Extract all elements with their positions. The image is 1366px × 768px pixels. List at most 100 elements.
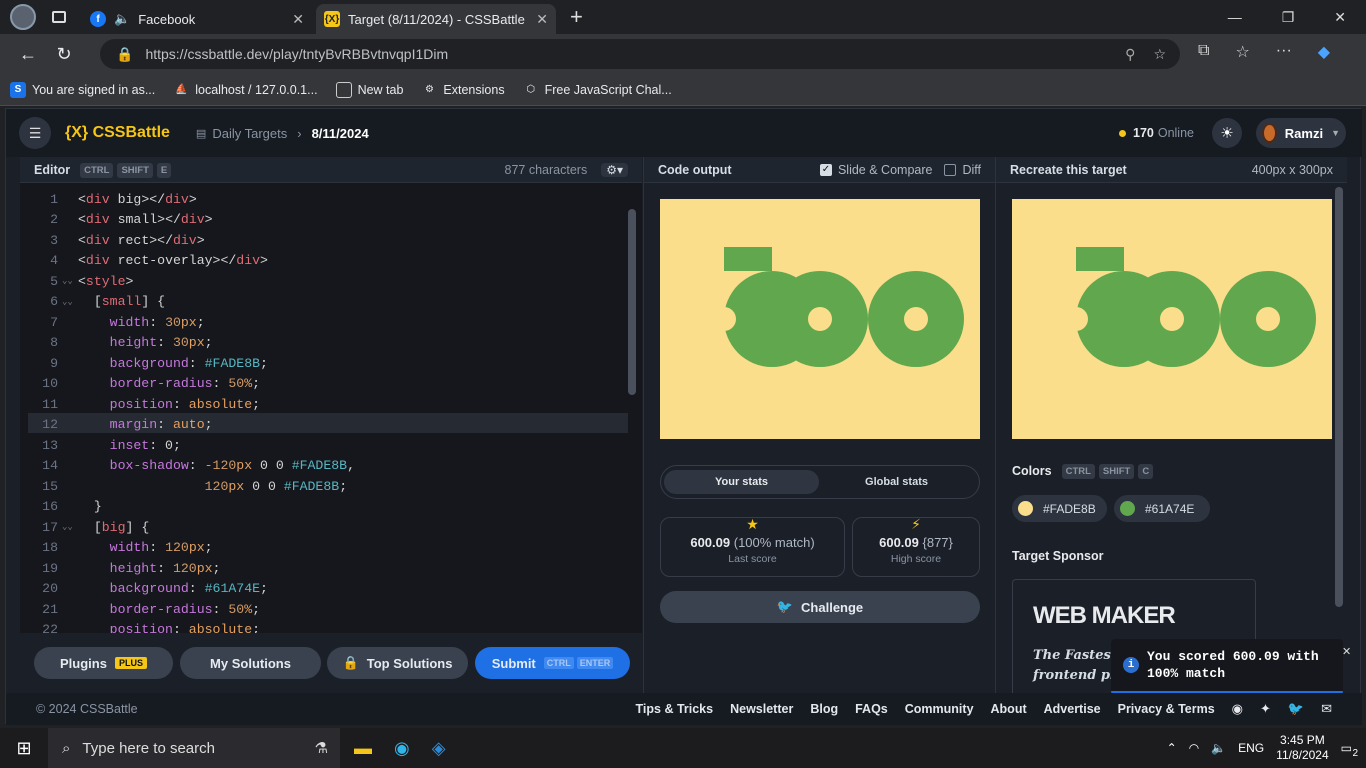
hamburger-menu-button[interactable]: ☰: [19, 117, 51, 149]
edge-icon[interactable]: ◉: [394, 738, 410, 759]
back-icon[interactable]: ←: [10, 38, 46, 70]
code-line[interactable]: 7 width: 30px;: [20, 312, 630, 333]
bookmark-item[interactable]: S You are signed in as...: [10, 81, 155, 98]
speaker-icon[interactable]: 🔈: [114, 11, 130, 27]
code-line[interactable]: 16 }: [20, 497, 630, 518]
fold-icon[interactable]: ⌄⌄: [62, 297, 78, 307]
code-line[interactable]: 1 <div big></div>: [20, 189, 630, 210]
network-icon[interactable]: ◠: [1189, 741, 1199, 755]
code-text: height: 120px;: [109, 560, 221, 576]
footer-link[interactable]: FAQs: [855, 702, 888, 716]
code-line[interactable]: 15 120px 0 0 #FADE8B;: [20, 476, 630, 497]
close-window-icon[interactable]: ✕: [1334, 9, 1346, 26]
restore-icon[interactable]: ❐: [1282, 9, 1295, 26]
reload-icon[interactable]: ↻: [46, 38, 82, 70]
code-line[interactable]: 17 ⌄⌄ [big] {: [20, 517, 630, 538]
code-line[interactable]: 22 position: absolute;: [20, 620, 630, 633]
close-icon[interactable]: ✕: [1342, 645, 1351, 658]
profile-avatar[interactable]: [10, 4, 36, 30]
code-editor[interactable]: 1 <div big></div> 2 <div small></div> 3 <div …: [20, 183, 642, 633]
footer-link[interactable]: Advertise: [1044, 702, 1101, 716]
footer-link[interactable]: Privacy & Terms: [1118, 702, 1215, 716]
discord-icon[interactable]: ◉: [1232, 701, 1243, 717]
score-toast[interactable]: i You scored 600.09 with 100% match: [1111, 639, 1343, 695]
taskbar-search[interactable]: ⌕ Type here to search ⚗: [48, 728, 340, 768]
zoom-icon[interactable]: ⚲: [1125, 46, 1135, 63]
tab-your-stats[interactable]: Your stats: [664, 470, 819, 494]
extensions-icon[interactable]: ⧉: [1198, 42, 1209, 62]
code-line[interactable]: 8 height: 30px;: [20, 333, 630, 354]
submit-button[interactable]: Submit CTRL ENTER: [475, 647, 630, 679]
clock[interactable]: 3:45 PM 11/8/2024: [1276, 733, 1329, 763]
code-line[interactable]: 3 <div rect></div>: [20, 230, 630, 251]
code-line[interactable]: 21 border-radius: 50%;: [20, 599, 630, 620]
favorite-star-icon[interactable]: ☆: [1153, 46, 1166, 63]
code-line[interactable]: 6 ⌄⌄ [small] {: [20, 292, 630, 313]
settings-gear-icon[interactable]: ⚙▾: [601, 162, 628, 177]
fold-icon[interactable]: ⌄⌄: [62, 276, 78, 286]
breadcrumb-parent[interactable]: Daily Targets: [212, 126, 287, 141]
phpmyadmin-icon: ⛵: [175, 84, 188, 95]
color-chip-green[interactable]: #61A74E: [1114, 495, 1210, 522]
fold-icon[interactable]: ⌄⌄: [62, 522, 78, 532]
slide-compare-checkbox[interactable]: ✓: [819, 163, 832, 176]
color-chip-yellow[interactable]: #FADE8B: [1012, 495, 1107, 522]
diff-checkbox[interactable]: [944, 163, 957, 176]
bookmark-item[interactable]: New tab: [335, 81, 403, 98]
twitter-icon[interactable]: 🐦: [1288, 701, 1304, 717]
bookmark-item[interactable]: ⚙ Extensions: [421, 82, 505, 98]
code-line[interactable]: 5 ⌄⌄ <style>: [20, 271, 630, 292]
line-number: 3: [50, 232, 58, 248]
chevron-up-icon[interactable]: ⌃: [1167, 741, 1177, 755]
notification-icon[interactable]: ▭ 2: [1341, 741, 1358, 759]
bluesky-icon[interactable]: ✦: [1260, 701, 1271, 717]
file-explorer-icon[interactable]: ▬: [354, 738, 372, 759]
footer-link[interactable]: Blog: [810, 702, 838, 716]
user-menu-button[interactable]: Ramzi ▼: [1256, 118, 1346, 148]
code-line[interactable]: 4 <div rect-overlay></div>: [20, 251, 630, 272]
tab-global-stats[interactable]: Global stats: [819, 470, 974, 494]
footer-link[interactable]: Community: [905, 702, 974, 716]
my-solutions-button[interactable]: My Solutions: [180, 647, 321, 679]
bookmark-item[interactable]: ⬡ Free JavaScript Chal...: [523, 82, 672, 98]
mail-icon[interactable]: ✉: [1321, 701, 1332, 717]
code-line[interactable]: 20 background: #61A74E;: [20, 579, 630, 600]
close-icon[interactable]: ✕: [536, 11, 548, 28]
copilot-icon[interactable]: ◆: [1318, 42, 1330, 62]
footer-link[interactable]: Newsletter: [730, 702, 793, 716]
vscode-icon[interactable]: ◈: [432, 738, 446, 759]
tab-facebook[interactable]: f 🔈 Facebook ✕: [82, 4, 312, 34]
footer-link[interactable]: Tips & Tricks: [636, 702, 714, 716]
new-tab-button[interactable]: +: [570, 4, 583, 30]
plugins-button[interactable]: Plugins PLUS: [34, 647, 173, 679]
scrollbar[interactable]: [1335, 187, 1343, 607]
volume-icon[interactable]: 🔈: [1211, 741, 1226, 755]
code-line[interactable]: 11 position: absolute;: [20, 394, 630, 415]
footer-link[interactable]: About: [991, 702, 1027, 716]
code-line[interactable]: 10 border-radius: 50%;: [20, 374, 630, 395]
code-line[interactable]: 13 inset: 0;: [20, 435, 630, 456]
close-icon[interactable]: ✕: [292, 11, 304, 28]
theme-toggle-button[interactable]: ☀: [1212, 118, 1242, 148]
bookmark-item[interactable]: ⛵ localhost / 127.0.0.1...: [173, 82, 318, 98]
minimize-icon[interactable]: —: [1228, 9, 1242, 26]
windows-start-icon[interactable]: ⊞: [0, 738, 48, 759]
code-line[interactable]: 9 background: #FADE8B;: [20, 353, 630, 374]
address-bar[interactable]: 🔒 https://cssbattle.dev/play/tntyBvRBBvt…: [100, 39, 1180, 69]
code-line[interactable]: 2 <div small></div>: [20, 210, 630, 231]
code-line[interactable]: 18 width: 120px;: [20, 538, 630, 559]
code-line[interactable]: 12 margin: auto;: [20, 415, 630, 436]
favorites-icon[interactable]: ☆: [1235, 42, 1249, 62]
line-number: 16: [42, 499, 58, 515]
code-line[interactable]: 19 height: 120px;: [20, 558, 630, 579]
menu-icon[interactable]: ···: [1276, 42, 1292, 62]
tab-cssbattle[interactable]: {X} Target (8/11/2024) - CSSBattle ✕: [316, 4, 556, 34]
scrollbar[interactable]: [628, 209, 636, 395]
output-canvas[interactable]: [660, 199, 980, 439]
challenge-button[interactable]: 🐦 Challenge: [660, 591, 980, 623]
language-indicator[interactable]: ENG: [1238, 741, 1264, 755]
tab-actions-icon[interactable]: [52, 11, 66, 23]
top-solutions-button[interactable]: 🔒 Top Solutions: [327, 647, 468, 679]
logo[interactable]: {X} CSSBattle: [65, 124, 170, 142]
code-line[interactable]: 14 box-shadow: -120px 0 0 #FADE8B,: [20, 456, 630, 477]
